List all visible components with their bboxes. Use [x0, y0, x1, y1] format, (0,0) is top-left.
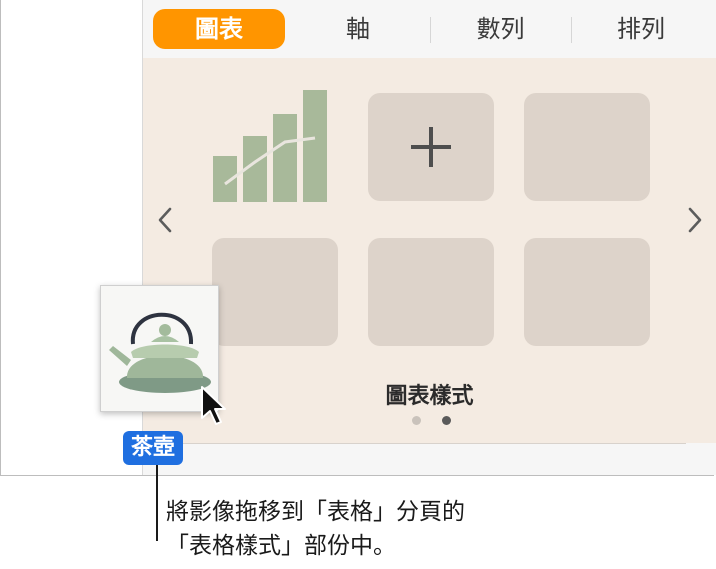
tab-divider	[571, 17, 572, 43]
tab-divider	[430, 17, 431, 43]
next-page-button[interactable]	[687, 206, 703, 240]
chevron-right-icon	[688, 207, 702, 233]
tab-arrange[interactable]: 排列	[575, 9, 707, 49]
tab-axis[interactable]: 軸	[293, 9, 423, 49]
add-chart-style-button[interactable]	[368, 93, 494, 201]
chart-style-slot[interactable]	[524, 93, 650, 201]
callout-text: 將影像拖移到「表格」分頁的 「表格樣式」部份中。	[166, 495, 465, 563]
callout-line-1: 將影像拖移到「表格」分頁的	[166, 499, 465, 525]
chart-styles-panel: 圖表樣式	[143, 58, 716, 443]
chart-style-slot[interactable]	[212, 238, 338, 346]
page-dot-current[interactable]	[442, 416, 451, 425]
chart-styles-caption: 圖表樣式	[385, 384, 474, 409]
tab-chart[interactable]: 圖表	[153, 9, 285, 49]
callout-leader-line	[156, 465, 158, 541]
chart-style-slot[interactable]	[524, 238, 650, 346]
format-inspector: 圖表 軸 數列 排列 圖表樣式	[142, 0, 716, 475]
previous-page-button[interactable]	[157, 206, 173, 240]
chart-style-thumbnail[interactable]	[211, 86, 331, 204]
callout-line-2: 「表格樣式」部份中。	[166, 533, 396, 559]
tab-series[interactable]: 數列	[433, 9, 568, 49]
page-dot[interactable]	[412, 416, 421, 425]
panel-divider	[143, 443, 686, 444]
bar-chart-icon	[213, 90, 327, 202]
drag-item-label: 茶壺	[123, 431, 184, 465]
plus-icon	[411, 127, 451, 167]
inspector-tab-bar: 圖表 軸 數列 排列	[143, 0, 716, 58]
chevron-left-icon	[158, 207, 172, 233]
arrow-cursor-icon	[201, 386, 226, 425]
chart-style-slot[interactable]	[368, 238, 494, 346]
